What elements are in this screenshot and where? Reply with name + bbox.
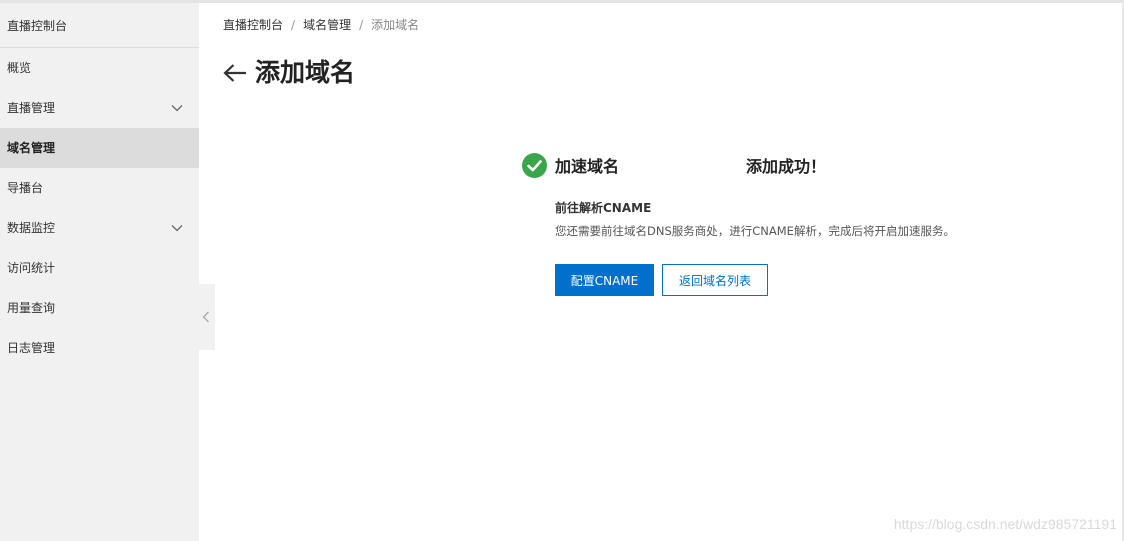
next-step-description: 您还需要前往域名DNS服务商处，进行CNAME解析，完成后将开启加速服务。 [555,224,955,238]
sidebar-item-label: 域名管理 [7,141,56,155]
sidebar-nav: 概览 直播管理 域名管理 导播台 数据监控 访问统计 用量查询 日志管理 [0,48,199,368]
next-step-title: 前往解析CNAME [555,201,652,215]
chevron-left-icon [202,311,209,323]
watermark: https://blog.csdn.net/wdz985721191 [893,516,1117,532]
breadcrumb-separator: / [359,18,364,32]
sidebar-item-label: 概览 [7,61,32,75]
chevron-down-icon[interactable] [171,102,183,114]
breadcrumb-item-domain-management[interactable]: 域名管理 [303,18,351,32]
sidebar-title: 直播控制台 [0,3,199,48]
sidebar: 直播控制台 概览 直播管理 域名管理 导播台 数据监控 访问统计 用量查询 日志… [0,3,199,541]
sidebar-item-label: 数据监控 [7,221,56,235]
breadcrumb-item-console[interactable]: 直播控制台 [223,18,283,32]
sidebar-item-label: 用量查询 [7,301,56,315]
result-panel: 加速域名 添加成功！ [522,152,1042,178]
result-header: 加速域名 添加成功！ [522,152,1042,178]
sidebar-item-log-management[interactable]: 日志管理 [0,328,199,368]
configure-cname-button[interactable]: 配置CNAME [555,264,654,296]
sidebar-item-usage-query[interactable]: 用量查询 [0,288,199,328]
result-status: 添加成功！ [746,157,827,176]
sidebar-item-live-management[interactable]: 直播管理 [0,88,199,128]
sidebar-item-label: 日志管理 [7,341,56,355]
sidebar-item-access-stats[interactable]: 访问统计 [0,248,199,288]
result-domain-label: 加速域名 [555,157,620,176]
page-header: 添加域名 [223,56,355,90]
breadcrumb-item-current: 添加域名 [371,18,420,32]
breadcrumb-separator: / [291,18,296,32]
arrow-left-icon[interactable] [223,63,247,83]
sidebar-item-label: 访问统计 [7,261,56,275]
sidebar-item-director[interactable]: 导播台 [0,168,199,208]
sidebar-item-label: 直播管理 [7,101,56,115]
sidebar-item-label: 导播台 [7,181,44,195]
page-title: 添加域名 [255,58,356,87]
sidebar-item-overview[interactable]: 概览 [0,48,199,88]
sidebar-item-domain-management[interactable]: 域名管理 [0,128,199,168]
check-circle-icon [522,152,547,178]
sidebar-item-monitoring[interactable]: 数据监控 [0,208,199,248]
chevron-down-icon[interactable] [171,222,183,234]
back-to-domain-list-button[interactable]: 返回域名列表 [662,264,768,296]
breadcrumb: 直播控制台 / 域名管理 / 添加域名 [223,16,419,33]
sidebar-collapse-handle[interactable] [199,284,215,350]
